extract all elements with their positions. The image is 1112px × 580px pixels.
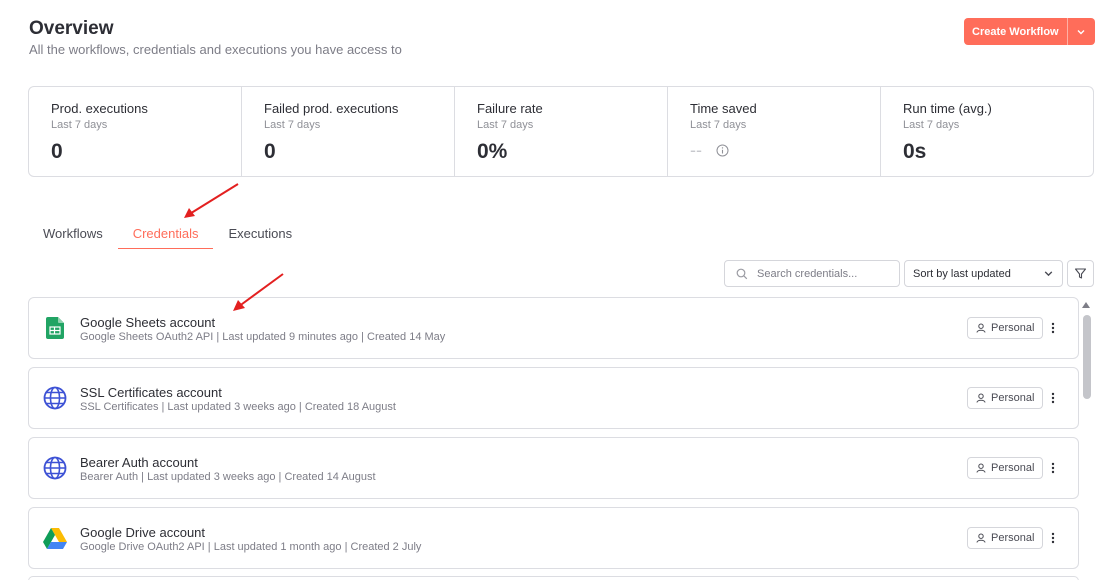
credential-meta: Google Sheets OAuth2 API | Last updated … <box>80 331 446 343</box>
credential-meta: Google Drive OAuth2 API | Last updated 1… <box>80 541 422 553</box>
stat-label: Run time (avg.) <box>903 101 992 116</box>
owner-badge: Personal <box>967 457 1044 479</box>
user-icon <box>976 463 986 473</box>
tab-executions[interactable]: Executions <box>213 222 307 249</box>
credential-name: Google Sheets account <box>80 315 216 330</box>
stat-value: 0 <box>264 140 276 163</box>
owner-badge: Personal <box>967 527 1044 549</box>
credential-card-google-sheets[interactable]: Google Sheets account Google Sheets OAut… <box>28 297 1079 359</box>
more-options-icon[interactable] <box>1047 389 1059 407</box>
create-workflow-dropdown-button[interactable] <box>1067 18 1095 45</box>
stat-period: Last 7 days <box>264 119 321 131</box>
credential-meta: Bearer Auth | Last updated 3 weeks ago |… <box>80 471 376 483</box>
stat-value: -- <box>690 140 702 160</box>
credential-name: Google Drive account <box>80 525 206 540</box>
create-workflow-button[interactable]: Create Workflow <box>964 18 1068 45</box>
google-drive-icon <box>42 525 68 551</box>
scroll-up-arrow-icon[interactable] <box>1082 302 1090 308</box>
owner-badge-label: Personal <box>991 462 1035 474</box>
stat-value: 0 <box>51 140 63 163</box>
owner-badge: Personal <box>967 387 1044 409</box>
stat-failure-rate[interactable]: Failure rate Last 7 days 0% <box>455 87 668 176</box>
stat-period: Last 7 days <box>690 119 747 131</box>
owner-badge-label: Personal <box>991 392 1035 404</box>
google-sheets-icon <box>42 315 68 341</box>
sort-select[interactable]: Sort by last updated <box>904 260 1063 287</box>
stat-value: 0s <box>903 140 927 163</box>
tab-workflows[interactable]: Workflows <box>28 222 118 249</box>
page-title: Overview <box>29 18 114 39</box>
credential-card-bearer-auth[interactable]: Bearer Auth account Bearer Auth | Last u… <box>28 437 1079 499</box>
stats-panel: Prod. executions Last 7 days 0 Failed pr… <box>28 86 1094 177</box>
stat-prod-executions[interactable]: Prod. executions Last 7 days 0 <box>29 87 242 176</box>
annotation-arrow-icon <box>184 183 239 218</box>
user-icon <box>976 533 986 543</box>
stat-label: Failed prod. executions <box>264 101 399 116</box>
credential-name: Bearer Auth account <box>80 455 198 470</box>
globe-icon <box>42 455 68 481</box>
stat-value: 0% <box>477 140 508 163</box>
credential-card-ssl-certificates[interactable]: SSL Certificates account SSL Certificate… <box>28 367 1079 429</box>
chevron-down-icon <box>1044 271 1053 277</box>
stat-period: Last 7 days <box>51 119 108 131</box>
credential-name: SSL Certificates account <box>80 385 222 400</box>
owner-badge: Personal <box>967 317 1044 339</box>
stat-run-time[interactable]: Run time (avg.) Last 7 days 0s <box>881 87 1093 176</box>
owner-badge-label: Personal <box>991 532 1035 544</box>
search-icon <box>736 268 748 279</box>
more-options-icon[interactable] <box>1047 529 1059 547</box>
more-options-icon[interactable] <box>1047 459 1059 477</box>
chevron-down-icon <box>1077 29 1085 34</box>
stat-period: Last 7 days <box>903 119 960 131</box>
stat-label: Prod. executions <box>51 101 148 116</box>
credential-card-partial[interactable] <box>28 576 1079 580</box>
page-subtitle: All the workflows, credentials and execu… <box>29 42 402 57</box>
stat-label: Failure rate <box>477 101 543 116</box>
stat-period: Last 7 days <box>477 119 534 131</box>
scrollbar-thumb[interactable] <box>1083 315 1091 399</box>
stat-value-row: -- <box>690 140 858 161</box>
info-icon[interactable] <box>716 144 729 157</box>
credential-meta: SSL Certificates | Last updated 3 weeks … <box>80 401 396 413</box>
stat-label: Time saved <box>690 101 757 116</box>
owner-badge-label: Personal <box>991 322 1035 334</box>
stat-failed-prod-executions[interactable]: Failed prod. executions Last 7 days 0 <box>242 87 455 176</box>
credential-card-google-drive[interactable]: Google Drive account Google Drive OAuth2… <box>28 507 1079 569</box>
more-options-icon[interactable] <box>1047 319 1059 337</box>
filter-button[interactable] <box>1067 260 1094 287</box>
search-input[interactable] <box>757 267 897 280</box>
tab-bar: Workflows Credentials Executions <box>28 222 307 249</box>
filter-icon <box>1074 268 1087 279</box>
sort-select-value: Sort by last updated <box>913 267 1011 280</box>
tab-credentials[interactable]: Credentials <box>117 222 214 249</box>
globe-icon <box>42 385 68 411</box>
create-workflow-button-group: Create Workflow <box>964 18 1095 45</box>
search-box <box>724 260 900 287</box>
user-icon <box>976 323 986 333</box>
user-icon <box>976 393 986 403</box>
stat-time-saved[interactable]: Time saved Last 7 days -- <box>668 87 881 176</box>
